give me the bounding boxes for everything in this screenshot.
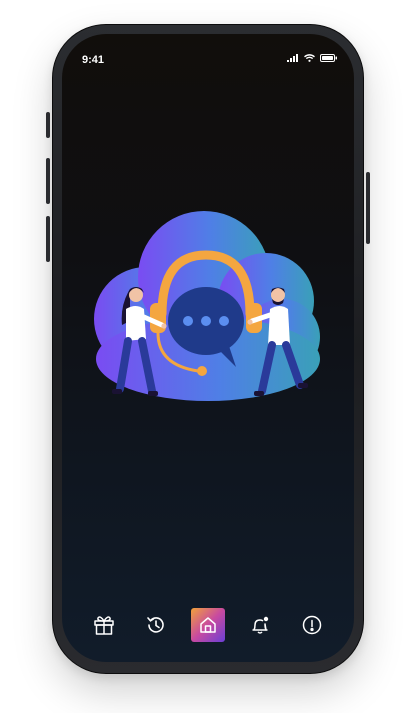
- silent-switch: [46, 112, 50, 138]
- wifi-icon: [304, 54, 315, 62]
- notification-bell-icon: [252, 616, 269, 634]
- gift-icon: [94, 616, 114, 635]
- info-icon: [302, 615, 322, 635]
- volume-down-button: [46, 216, 50, 262]
- battery-icon: [320, 54, 337, 62]
- home-icon: [200, 617, 216, 633]
- status-bar: 9:41: [62, 34, 354, 78]
- tab-home[interactable]: [191, 608, 225, 642]
- bottom-tab-bar: [62, 602, 354, 648]
- status-icons: [287, 54, 338, 62]
- volume-up-button: [46, 158, 50, 204]
- signal-icon: [287, 54, 298, 62]
- history-icon: [147, 617, 164, 633]
- tab-info[interactable]: [295, 608, 329, 642]
- tab-notifications[interactable]: [243, 608, 277, 642]
- tab-history[interactable]: [139, 608, 173, 642]
- phone-screen: 9:41: [62, 34, 354, 662]
- home-indicator: [153, 650, 263, 654]
- power-button: [366, 172, 370, 244]
- tab-gifts[interactable]: [87, 608, 121, 642]
- status-time: 9:41: [82, 54, 105, 66]
- customer-support-illustration: [86, 209, 330, 409]
